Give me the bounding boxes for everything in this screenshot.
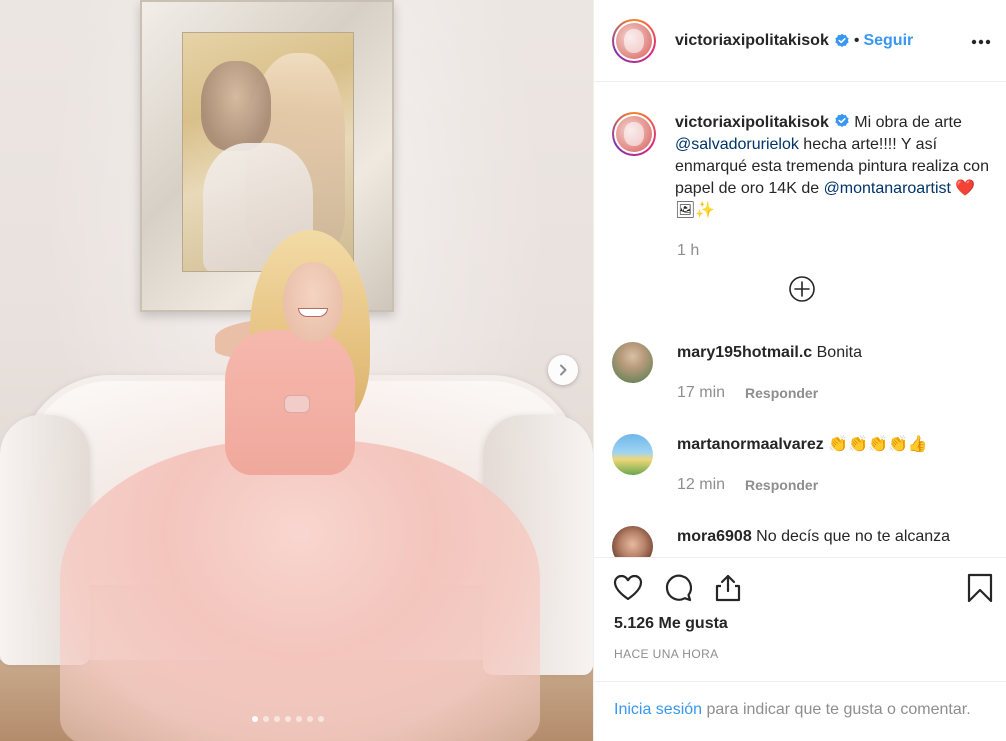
login-link[interactable]: Inicia sesión — [614, 701, 702, 718]
carousel-dot — [252, 716, 258, 722]
verified-badge-icon — [835, 33, 849, 47]
more-options-icon — [971, 39, 991, 45]
comment-icon[interactable] — [662, 572, 694, 604]
comment-username[interactable]: mary195hotmail.c — [677, 344, 812, 361]
comment-text: 👏👏👏👏👍 — [823, 436, 928, 453]
comment-avatar[interactable] — [612, 434, 653, 475]
carousel-dot — [307, 716, 313, 722]
post-header: victoriaxipolitakisok • Seguir — [594, 0, 1006, 82]
comment-username[interactable]: mora6908 — [677, 528, 752, 545]
comments-section: victoriaxipolitakisok Mi obra de arte @s… — [594, 82, 1006, 557]
caption-avatar — [616, 116, 652, 152]
dress — [60, 440, 540, 741]
mention-link[interactable]: @montanaroartist — [824, 180, 951, 197]
carousel-dot — [318, 716, 324, 722]
post-details-panel: victoriaxipolitakisok • Seguir victoriax… — [593, 0, 1006, 741]
next-arrow-button[interactable] — [548, 355, 578, 385]
post-timestamp[interactable]: HACE UNA HORA — [614, 647, 719, 661]
share-icon[interactable] — [712, 572, 744, 604]
verified-badge-icon — [835, 113, 849, 127]
heart-icon[interactable] — [612, 572, 644, 604]
comment-username[interactable]: martanormaalvarez — [677, 436, 824, 453]
follow-button[interactable]: Seguir — [863, 32, 913, 50]
necklace-bow — [284, 395, 310, 413]
caption-time[interactable]: 1 h — [677, 242, 699, 260]
comment-item: mary195hotmail.c Bonita 17 min Responder — [612, 342, 862, 404]
story-ring[interactable] — [612, 18, 656, 63]
comment-time[interactable]: 17 min — [677, 382, 725, 404]
avatar — [616, 22, 652, 59]
caption: victoriaxipolitakisok Mi obra de arte @s… — [612, 112, 995, 222]
post-image[interactable] — [0, 0, 593, 741]
mention-link[interactable]: @salvadorurielok — [675, 136, 799, 153]
reply-button[interactable]: Responder — [745, 382, 818, 404]
carousel-dot — [263, 716, 269, 722]
comment-time[interactable]: 12 min — [677, 474, 725, 496]
face — [283, 262, 343, 342]
load-more-icon[interactable] — [787, 274, 817, 304]
bookmark-icon[interactable] — [964, 572, 996, 604]
more-options-button[interactable] — [969, 30, 993, 54]
caption-username[interactable]: victoriaxipolitakisok — [675, 114, 829, 131]
login-prompt: Inicia sesión para indicar que te gusta … — [594, 681, 1006, 721]
likes-count[interactable]: 5.126 Me gusta — [614, 615, 728, 633]
carousel-dot — [296, 716, 302, 722]
caption-story-ring[interactable] — [612, 112, 656, 156]
comment-avatar[interactable] — [612, 342, 653, 383]
carousel-dot — [274, 716, 280, 722]
comment-text: No decís que no te alcanza — [751, 528, 951, 545]
caption-text: victoriaxipolitakisok Mi obra de arte @s… — [675, 113, 989, 219]
comment-item: martanormaalvarez 👏👏👏👏👍 12 min Responder — [612, 434, 928, 496]
next-arrow-icon — [560, 364, 567, 376]
comment-text: Bonita — [812, 344, 862, 361]
comment-avatar[interactable] — [612, 526, 653, 557]
header-username[interactable]: victoriaxipolitakisok — [675, 32, 829, 50]
separator: • — [853, 31, 860, 49]
carousel-indicator — [252, 716, 324, 722]
actions-section: 5.126 Me gusta HACE UNA HORA Inicia sesi… — [594, 557, 1006, 741]
comment-item: mora6908 No decís que no te alcanza — [612, 526, 950, 557]
reply-button[interactable]: Responder — [745, 474, 818, 496]
carousel-dot — [285, 716, 291, 722]
